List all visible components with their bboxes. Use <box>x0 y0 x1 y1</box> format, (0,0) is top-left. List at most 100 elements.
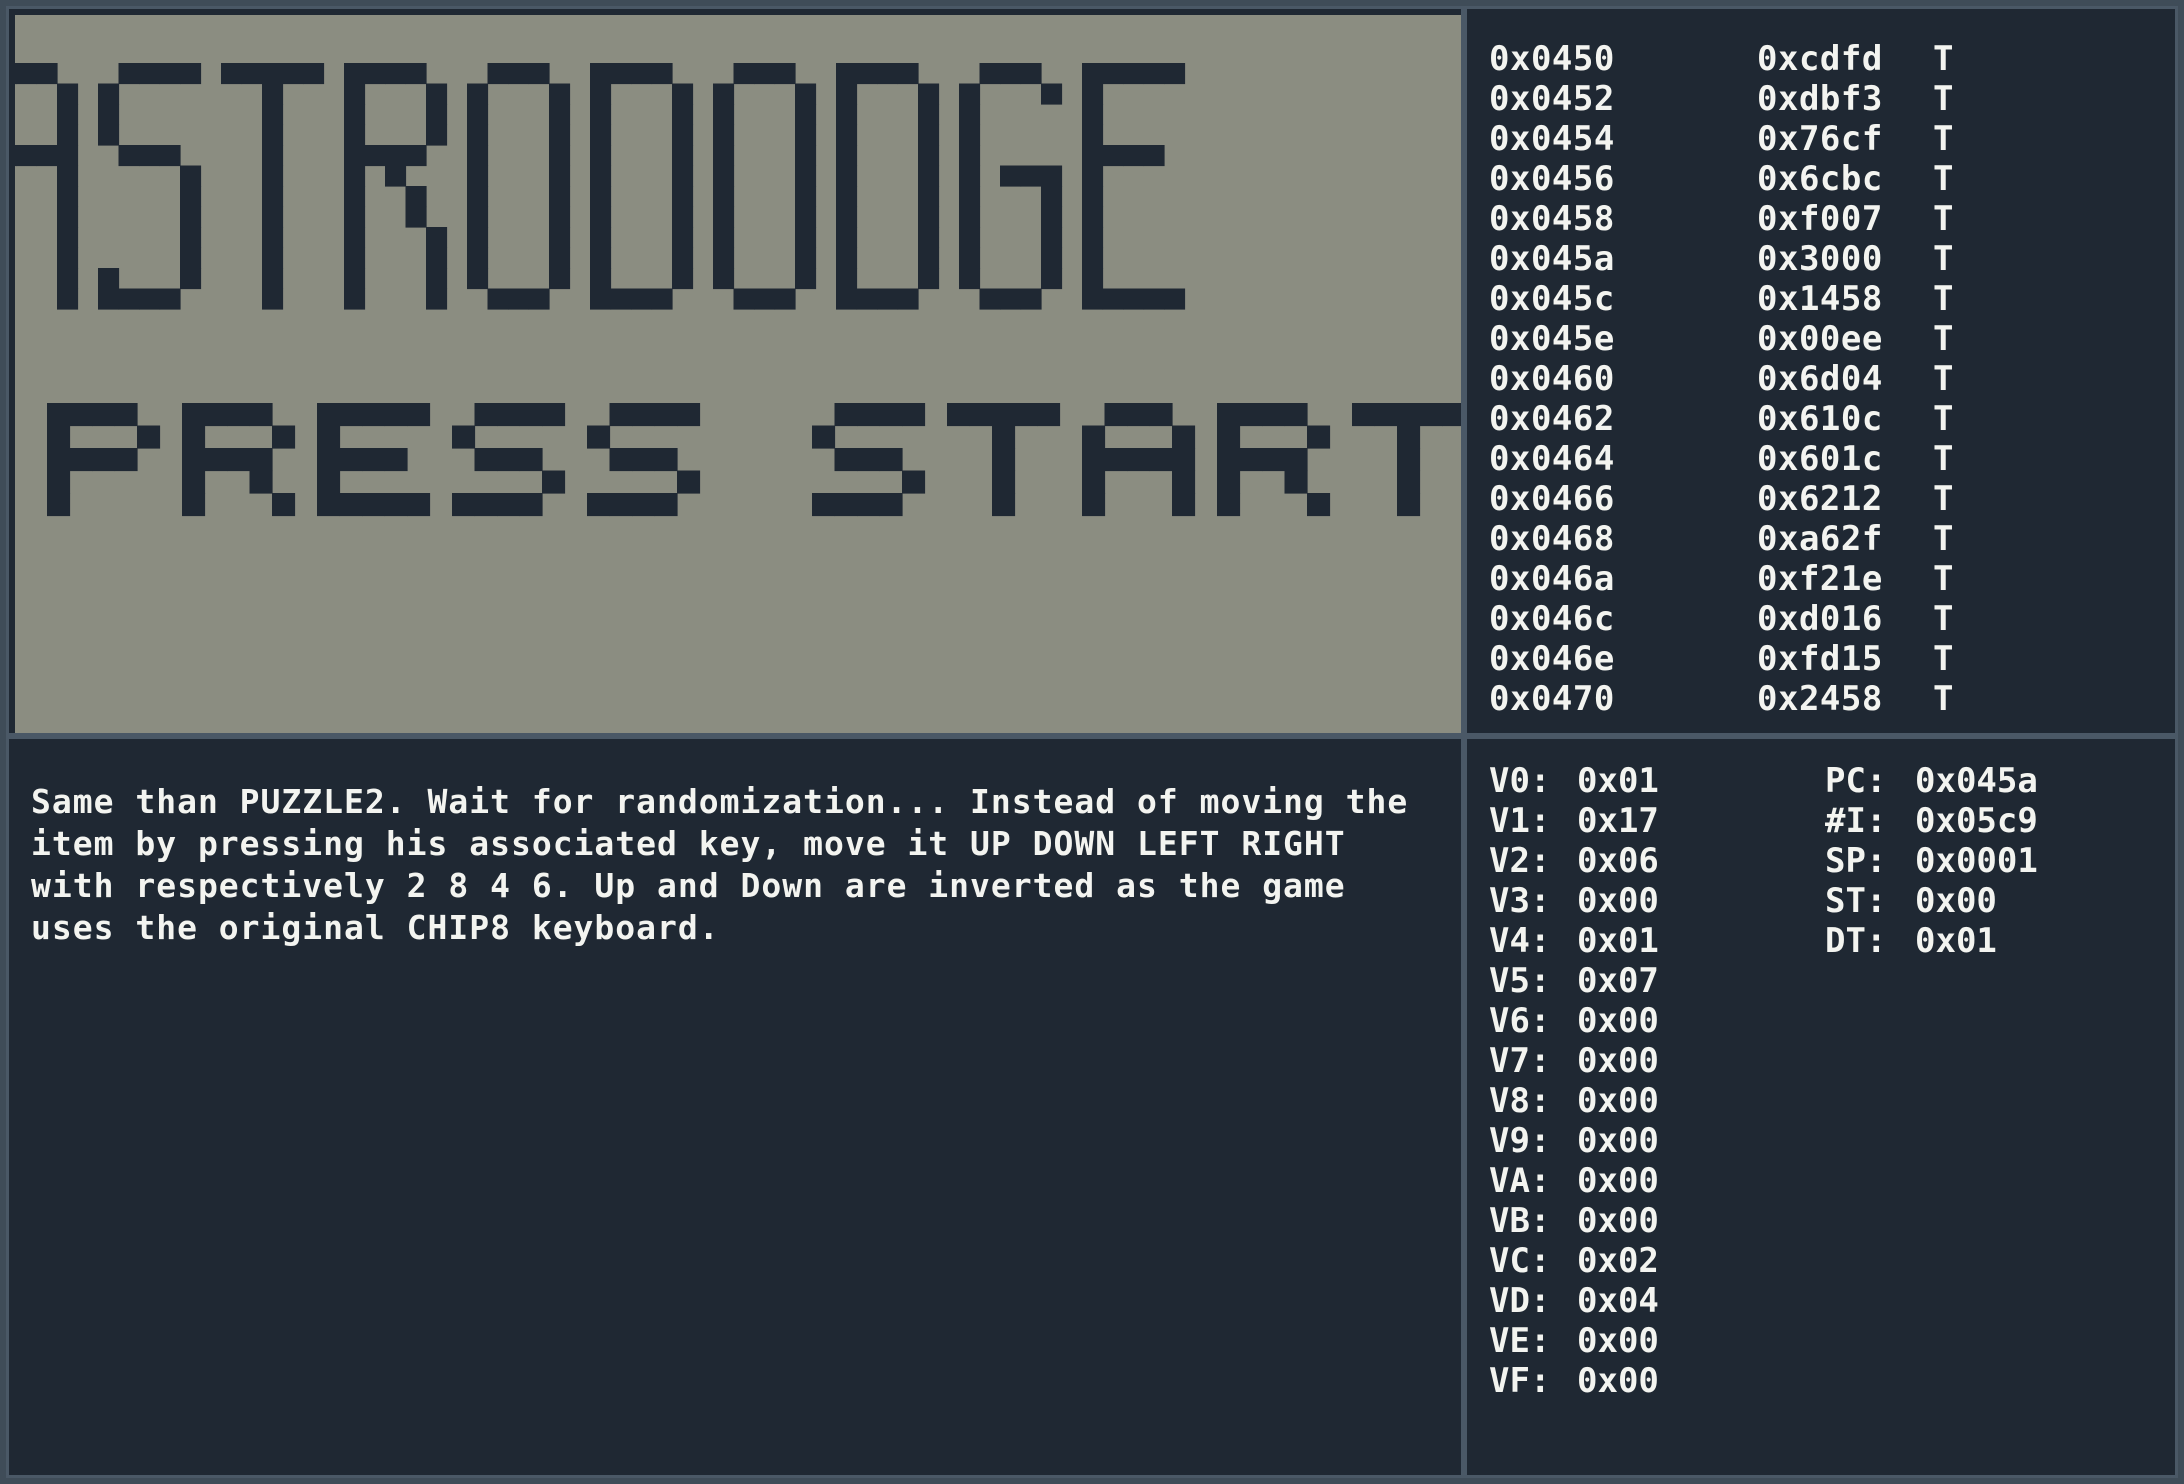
register-value: 0x17 <box>1577 801 1659 841</box>
title-pixel <box>262 165 284 187</box>
prompt-pixel <box>1284 448 1308 472</box>
instruction-flag: T <box>1933 279 1954 319</box>
title-pixel <box>918 206 940 228</box>
title-pixel <box>57 145 79 167</box>
instruction-flag: T <box>1933 359 1954 399</box>
prompt-pixel <box>1397 448 1421 472</box>
prompt-pixel <box>114 448 138 472</box>
title-pixel <box>774 288 796 310</box>
instruction-opcode: 0xd016 <box>1757 599 1883 639</box>
prompt-pixel <box>474 493 498 517</box>
prompt-pixel <box>317 448 341 472</box>
title-pixel <box>508 63 530 85</box>
title-pixel <box>672 268 694 290</box>
title-pixel <box>508 288 530 310</box>
prompt-pixel <box>182 403 206 427</box>
title-pixel <box>1082 268 1104 290</box>
emulator-display[interactable] <box>15 15 1461 733</box>
title-pixel <box>590 227 612 249</box>
register-name: V3: <box>1489 881 1551 921</box>
register-name: V7: <box>1489 1041 1551 1081</box>
register-value: 0x00 <box>1577 1361 1659 1401</box>
title-pixel <box>262 63 284 85</box>
title-pixel <box>385 63 407 85</box>
prompt-pixel <box>969 403 993 427</box>
instruction-opcode: 0x76cf <box>1757 119 1883 159</box>
title-pixel <box>467 247 489 269</box>
prompt-pixel <box>609 448 633 472</box>
rom-description-panel: Same than PUZZLE2. Wait for randomizatio… <box>6 736 1464 1478</box>
register-name: V1: <box>1489 801 1551 841</box>
prompt-pixel <box>1442 403 1461 427</box>
title-pixel <box>918 186 940 208</box>
prompt-pixel <box>1397 403 1421 427</box>
title-pixel <box>262 247 284 269</box>
title-pixel <box>549 83 571 105</box>
register-name: VA: <box>1489 1161 1551 1201</box>
prompt-pixel <box>902 470 926 494</box>
prompt-pixel <box>587 493 611 517</box>
title-pixel <box>672 165 694 187</box>
instruction-address: 0x0450 <box>1489 39 1615 79</box>
title-pixel <box>959 206 981 228</box>
title-pixel <box>344 165 366 187</box>
title-pixel <box>159 288 181 310</box>
prompt-pixel <box>812 425 836 449</box>
title-pixel <box>1082 63 1104 85</box>
title-pixel <box>180 186 202 208</box>
title-pixel <box>959 247 981 269</box>
title-pixel <box>344 124 366 146</box>
prompt-pixel <box>47 493 71 517</box>
title-pixel <box>713 227 735 249</box>
title-pixel <box>262 206 284 228</box>
title-pixel <box>344 83 366 105</box>
prompt-pixel <box>227 448 251 472</box>
instruction-flag: T <box>1933 399 1954 439</box>
title-pixel <box>795 186 817 208</box>
title-pixel <box>426 124 448 146</box>
title-pixel <box>959 165 981 187</box>
title-pixel <box>1041 83 1063 105</box>
prompt-pixel <box>609 493 633 517</box>
prompt-pixel <box>452 493 476 517</box>
prompt-pixel <box>317 493 341 517</box>
title-pixel <box>959 227 981 249</box>
prompt-pixel <box>182 493 206 517</box>
title-pixel <box>549 124 571 146</box>
title-pixel <box>713 104 735 126</box>
prompt-pixel <box>1082 425 1106 449</box>
title-pixel <box>631 63 653 85</box>
title-pixel <box>672 83 694 105</box>
prompt-pixel <box>137 425 161 449</box>
prompt-pixel <box>362 403 386 427</box>
instruction-address: 0x0462 <box>1489 399 1615 439</box>
title-pixel <box>344 247 366 269</box>
title-pixel <box>405 63 427 85</box>
instruction-flag: T <box>1933 519 1954 559</box>
title-pixel <box>426 104 448 126</box>
register-value: 0x05c9 <box>1915 801 2038 841</box>
title-pixel <box>57 288 79 310</box>
title-pixel <box>1000 63 1022 85</box>
title-pixel <box>918 145 940 167</box>
title-pixel <box>733 63 755 85</box>
title-pixel <box>549 186 571 208</box>
title-pixel <box>590 165 612 187</box>
instruction-flag: T <box>1933 319 1954 359</box>
register-name: VB: <box>1489 1201 1551 1241</box>
register-value: 0x02 <box>1577 1241 1659 1281</box>
title-pixel <box>57 124 79 146</box>
prompt-pixel <box>1239 403 1263 427</box>
title-pixel <box>1082 124 1104 146</box>
register-value: 0x00 <box>1577 1041 1659 1081</box>
title-pixel <box>918 104 940 126</box>
title-pixel <box>795 165 817 187</box>
prompt-pixel <box>542 403 566 427</box>
title-pixel <box>262 227 284 249</box>
title-pixel <box>98 288 120 310</box>
prompt-pixel <box>1127 403 1151 427</box>
prompt-pixel <box>1307 425 1331 449</box>
title-pixel <box>467 227 489 249</box>
title-pixel <box>549 227 571 249</box>
title-pixel <box>487 63 509 85</box>
